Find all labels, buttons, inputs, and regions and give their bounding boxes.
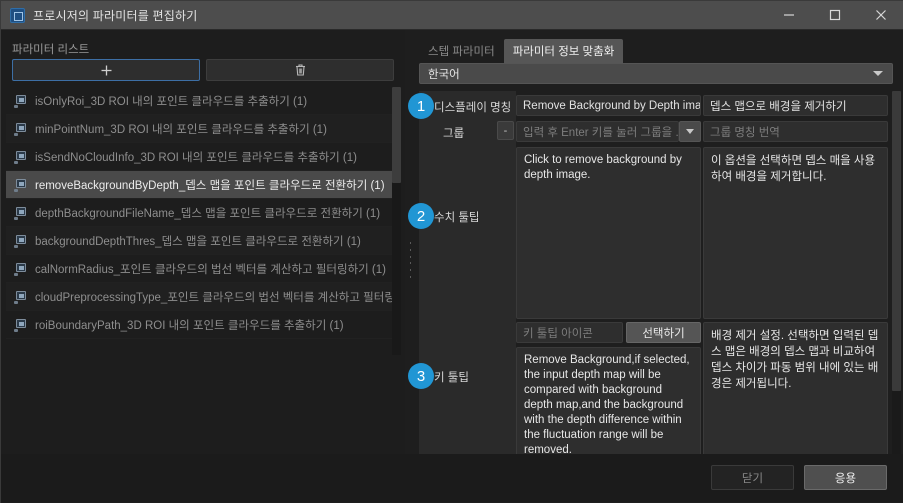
list-item[interactable]: isOnlyRoi_3D ROI 내의 포인트 클라우드를 추출하기 (1) bbox=[6, 87, 398, 115]
parameter-detail-panel: 스텝 파라미터 파라미터 정보 맞춤화 한국어 1 디스플레이 명칭 Remov… bbox=[408, 30, 903, 503]
key-tooltip-label: 키 툴팁 bbox=[434, 372, 469, 384]
parameter-list-scrollbar[interactable] bbox=[392, 87, 401, 355]
tab-step-parameter[interactable]: 스텝 파라미터 bbox=[419, 39, 504, 64]
close-icon[interactable] bbox=[858, 1, 903, 30]
edit-parameters-dialog: 프로시저의 파라미터를 편집하기 파라미터 리스트 isOnlyRoi_3D R… bbox=[0, 0, 903, 503]
list-item[interactable]: isSendNoCloudInfo_3D ROI 내의 포인트 클라우드를 추출… bbox=[6, 143, 398, 171]
list-item-label: isSendNoCloudInfo_3D ROI 내의 포인트 클라우드를 추출… bbox=[35, 151, 357, 164]
parameter-icon bbox=[14, 318, 28, 332]
list-item[interactable]: removeBackgroundByDepth_뎁스 맵을 포인트 클라우드로 … bbox=[6, 171, 398, 199]
parameter-list-label: 파라미터 리스트 bbox=[12, 44, 90, 56]
list-item[interactable]: minPointNum_3D ROI 내의 포인트 클라우드를 추출하기 (1) bbox=[6, 115, 398, 143]
list-item[interactable]: depthBackgroundFileName_뎁스 맵을 포인트 클라우드로 … bbox=[6, 199, 398, 227]
parameter-icon bbox=[14, 178, 28, 192]
list-item-label: removeBackgroundByDepth_뎁스 맵을 포인트 클라우드로 … bbox=[35, 179, 385, 192]
tab-parameter-info-custom[interactable]: 파라미터 정보 맞춤화 bbox=[503, 39, 624, 64]
parameter-icon bbox=[14, 122, 28, 136]
list-item-label: isOnlyRoi_3D ROI 내의 포인트 클라우드를 추출하기 (1) bbox=[35, 95, 308, 108]
list-item-label: depthBackgroundFileName_뎁스 맵을 포인트 클라우드로 … bbox=[35, 207, 381, 220]
list-item[interactable]: roiBoundaryPath_3D ROI 내의 포인트 클라우드를 추출하기… bbox=[6, 311, 398, 339]
display-name-input[interactable]: Remove Background by Depth image bbox=[516, 95, 701, 116]
chevron-down-icon bbox=[873, 71, 883, 76]
language-select[interactable]: 한국어 bbox=[419, 63, 893, 84]
app-icon bbox=[10, 7, 25, 23]
parameter-icon bbox=[14, 206, 28, 220]
parameter-icon bbox=[14, 290, 28, 304]
list-item[interactable]: backgroundDepthThres_뎁스 맵을 포인트 클라우드로 전환하… bbox=[6, 227, 398, 255]
apply-button[interactable]: 응용 bbox=[804, 465, 887, 490]
parameter-icon bbox=[14, 150, 28, 164]
display-name-translation-input[interactable]: 뎁스 맵으로 배경을 제거하기 bbox=[703, 95, 888, 116]
list-item-label: minPointNum_3D ROI 내의 포인트 클라우드를 추출하기 (1) bbox=[35, 123, 327, 136]
list-item-label: backgroundDepthThres_뎁스 맵을 포인트 클라우드로 전환하… bbox=[35, 235, 361, 248]
parameter-icon bbox=[14, 94, 28, 108]
parameter-list[interactable]: isOnlyRoi_3D ROI 내의 포인트 클라우드를 추출하기 (1) mi… bbox=[6, 87, 398, 355]
list-item[interactable]: cloudPreprocessingType_포인트 클라우드의 법선 벡터를 … bbox=[6, 283, 398, 311]
delete-parameter-button[interactable] bbox=[206, 59, 394, 81]
title-bar: 프로시저의 파라미터를 편집하기 bbox=[1, 1, 903, 30]
key-tooltip-icon-input[interactable]: 키 툴팁 아이콘 bbox=[516, 322, 623, 343]
value-tooltip-translation-textarea[interactable]: 이 옵션을 선택하면 뎁스 매을 사용하여 배경을 제거합니다. bbox=[703, 147, 888, 319]
maximize-icon[interactable] bbox=[812, 1, 858, 30]
badge-1: 1 bbox=[408, 93, 434, 119]
parameter-icon bbox=[14, 234, 28, 248]
parameter-list-panel: 파라미터 리스트 isOnlyRoi_3D ROI 내의 포인트 클라우드를 추… bbox=[1, 30, 405, 503]
group-combo-input[interactable]: 입력 후 Enter 키를 눌러 그룹을 ... bbox=[516, 121, 679, 142]
display-name-label: 디스플레이 명칭 bbox=[434, 102, 512, 114]
tab-bar: 스텝 파라미터 파라미터 정보 맞춤화 bbox=[419, 39, 624, 64]
group-minus-button[interactable]: - bbox=[497, 121, 514, 140]
add-parameter-button[interactable] bbox=[12, 59, 200, 81]
group-label: 그룹 bbox=[443, 128, 465, 140]
group-translation-input[interactable]: 그룹 명칭 번역 bbox=[703, 121, 888, 142]
scrollbar-thumb[interactable] bbox=[892, 91, 901, 391]
minimize-icon[interactable] bbox=[766, 1, 812, 30]
close-button[interactable]: 닫기 bbox=[711, 465, 794, 490]
list-item-label: calNormRadius_포인트 클라우드의 법선 벡터를 계산하고 필터링하… bbox=[35, 263, 386, 276]
value-tooltip-textarea[interactable]: Click to remove background by depth imag… bbox=[516, 147, 701, 319]
dialog-footer: 닫기 응용 bbox=[1, 454, 903, 502]
label-column-background bbox=[419, 91, 516, 482]
form-area: 1 디스플레이 명칭 Remove Background by Depth im… bbox=[408, 91, 903, 482]
scrollbar-thumb[interactable] bbox=[392, 87, 401, 183]
language-select-value: 한국어 bbox=[428, 68, 460, 81]
window-controls bbox=[766, 1, 903, 30]
badge-3: 3 bbox=[408, 363, 434, 389]
badge-2: 2 bbox=[408, 203, 434, 229]
group-combo-chevron-down-icon[interactable] bbox=[679, 121, 701, 142]
window-title: 프로시저의 파라미터를 편집하기 bbox=[33, 8, 198, 23]
value-tooltip-label: 수치 툴팁 bbox=[434, 212, 480, 224]
list-item-label: roiBoundaryPath_3D ROI 내의 포인트 클라우드를 추출하기… bbox=[35, 319, 344, 332]
detail-panel-scrollbar[interactable] bbox=[892, 91, 901, 482]
list-item[interactable]: calNormRadius_포인트 클라우드의 법선 벡터를 계산하고 필터링하… bbox=[6, 255, 398, 283]
key-tooltip-pick-button[interactable]: 선택하기 bbox=[626, 322, 701, 343]
list-item-label: cloudPreprocessingType_포인트 클라우드의 법선 벡터를 … bbox=[35, 291, 398, 304]
list-toolbar bbox=[12, 59, 394, 81]
parameter-icon bbox=[14, 262, 28, 276]
